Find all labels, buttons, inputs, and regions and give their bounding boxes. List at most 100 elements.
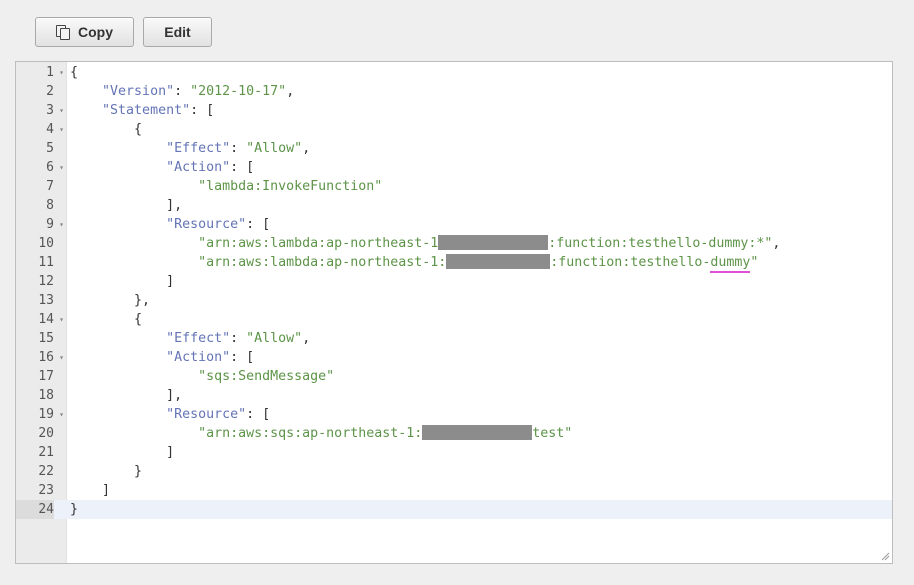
- json-key: "Effect": [166, 331, 231, 346]
- code-text: "Statement": [: [70, 101, 214, 120]
- json-key: "Action": [166, 350, 231, 365]
- json-punctuation: {: [70, 65, 79, 80]
- json-punctuation: ],: [70, 198, 183, 213]
- json-punctuation: [70, 350, 166, 365]
- json-punctuation: }: [70, 502, 79, 517]
- resize-handle-icon[interactable]: [880, 551, 890, 561]
- json-punctuation: ,: [302, 331, 311, 346]
- fold-toggle-icon[interactable]: ▾: [57, 120, 66, 139]
- line-number: 6: [46, 160, 54, 175]
- fold-toggle-icon[interactable]: ▾: [57, 310, 66, 329]
- code-line[interactable]: 14 ▾ {: [16, 310, 892, 329]
- code-line[interactable]: 1 ▾ {: [16, 63, 892, 82]
- code-line[interactable]: 24}: [16, 500, 892, 519]
- line-number: 11: [38, 255, 54, 270]
- edit-button[interactable]: Edit: [143, 17, 212, 47]
- code-line[interactable]: 21 ]: [16, 443, 892, 462]
- line-number: 10: [38, 236, 54, 251]
- json-punctuation: [70, 84, 102, 99]
- json-punctuation: ]: [70, 274, 175, 289]
- code-text: ]: [70, 481, 110, 500]
- line-number: 1: [46, 65, 54, 80]
- code-line[interactable]: 18 ],: [16, 386, 892, 405]
- json-key: "Version": [102, 84, 175, 99]
- code-lines: 1 ▾{2 "Version": "2012-10-17", 3 ▾ "Stateme…: [16, 62, 892, 519]
- line-number: 9: [46, 217, 54, 232]
- code-line[interactable]: 4 ▾ {: [16, 120, 892, 139]
- fold-toggle-icon[interactable]: ▾: [57, 348, 66, 367]
- json-punctuation: ]: [70, 445, 175, 460]
- code-text: }: [70, 462, 142, 481]
- json-punctuation: ,: [286, 84, 295, 99]
- json-punctuation: [70, 369, 198, 384]
- line-number: 24: [16, 500, 54, 519]
- json-key: "Effect": [166, 141, 231, 156]
- code-line[interactable]: 5 "Effect": "Allow",: [16, 139, 892, 158]
- line-number: 20: [38, 426, 54, 441]
- json-punctuation: [70, 160, 166, 175]
- code-text: "lambda:InvokeFunction": [70, 177, 382, 196]
- code-line[interactable]: 11 "arn:aws:lambda:ap-northeast-1::funct…: [16, 253, 892, 273]
- code-text: {: [70, 120, 142, 139]
- redacted-account-id: [422, 425, 533, 440]
- line-number: 5: [46, 141, 54, 156]
- json-punctuation: },: [70, 293, 151, 308]
- code-line[interactable]: 15 "Effect": "Allow",: [16, 329, 892, 348]
- code-line[interactable]: 12 ]: [16, 272, 892, 291]
- code-text: "Effect": "Allow",: [70, 139, 310, 158]
- line-number: 15: [38, 331, 54, 346]
- code-text: }: [70, 500, 78, 519]
- json-punctuation: ,: [772, 236, 781, 251]
- json-key: "Resource": [166, 407, 247, 422]
- json-punctuation: : [: [230, 350, 255, 365]
- code-line[interactable]: 6 ▾ "Action": [: [16, 158, 892, 177]
- code-line[interactable]: 17 "sqs:SendMessage": [16, 367, 892, 386]
- copy-button[interactable]: Copy: [35, 17, 134, 47]
- json-string: dummy: [710, 255, 751, 273]
- code-text: ]: [70, 443, 174, 462]
- code-line[interactable]: 10 "arn:aws:lambda:ap-northeast-1:functi…: [16, 234, 892, 253]
- json-punctuation: :: [230, 331, 247, 346]
- fold-toggle-icon[interactable]: ▾: [57, 215, 66, 234]
- code-text: "Version": "2012-10-17",: [70, 82, 294, 101]
- json-policy-editor[interactable]: 1 ▾{2 "Version": "2012-10-17", 3 ▾ "Stateme…: [15, 61, 893, 564]
- line-number: 14: [38, 312, 54, 327]
- code-line[interactable]: 3 ▾ "Statement": [: [16, 101, 892, 120]
- code-line[interactable]: 13 },: [16, 291, 892, 310]
- line-number: 2: [46, 84, 54, 99]
- code-text: "sqs:SendMessage": [70, 367, 334, 386]
- code-line[interactable]: 8 ],: [16, 196, 892, 215]
- code-line[interactable]: 23 ]: [16, 481, 892, 500]
- fold-toggle-icon[interactable]: ▾: [57, 63, 66, 82]
- redacted-account-id: [446, 254, 551, 269]
- copy-icon: [56, 25, 70, 40]
- json-punctuation: [70, 179, 198, 194]
- json-punctuation: [70, 141, 166, 156]
- json-string: "Allow": [246, 331, 303, 346]
- json-punctuation: ],: [70, 388, 183, 403]
- policy-document-page: Copy Edit 1 ▾{2 "Version": "2012-10-17", 3…: [0, 0, 914, 585]
- json-string: "2012-10-17": [190, 84, 287, 99]
- json-punctuation: [70, 426, 198, 441]
- code-line[interactable]: 7 "lambda:InvokeFunction": [16, 177, 892, 196]
- json-string: "arn:aws:lambda:ap-northeast-1: [198, 236, 439, 251]
- code-text: ],: [70, 386, 182, 405]
- code-line[interactable]: 16 ▾ "Action": [: [16, 348, 892, 367]
- json-punctuation: [70, 236, 198, 251]
- fold-toggle-icon[interactable]: ▾: [57, 101, 66, 120]
- json-key: "Action": [166, 160, 231, 175]
- code-line[interactable]: 2 "Version": "2012-10-17",: [16, 82, 892, 101]
- fold-toggle-icon[interactable]: ▾: [57, 405, 66, 424]
- code-text: "Action": [: [70, 158, 254, 177]
- fold-toggle-icon[interactable]: ▾: [57, 158, 66, 177]
- json-string: ": [750, 255, 759, 270]
- code-line[interactable]: 19 ▾ "Resource": [: [16, 405, 892, 424]
- code-line[interactable]: 22 }: [16, 462, 892, 481]
- copy-button-label: Copy: [78, 24, 113, 40]
- json-punctuation: [70, 103, 102, 118]
- code-line[interactable]: 9 ▾ "Resource": [: [16, 215, 892, 234]
- line-number: 21: [38, 445, 54, 460]
- json-string: "arn:aws:lambda:ap-northeast-1:: [198, 255, 447, 270]
- code-line[interactable]: 20 "arn:aws:sqs:ap-northeast-1: test": [16, 424, 892, 443]
- code-text: "arn:aws:lambda:ap-northeast-1::function…: [70, 253, 759, 273]
